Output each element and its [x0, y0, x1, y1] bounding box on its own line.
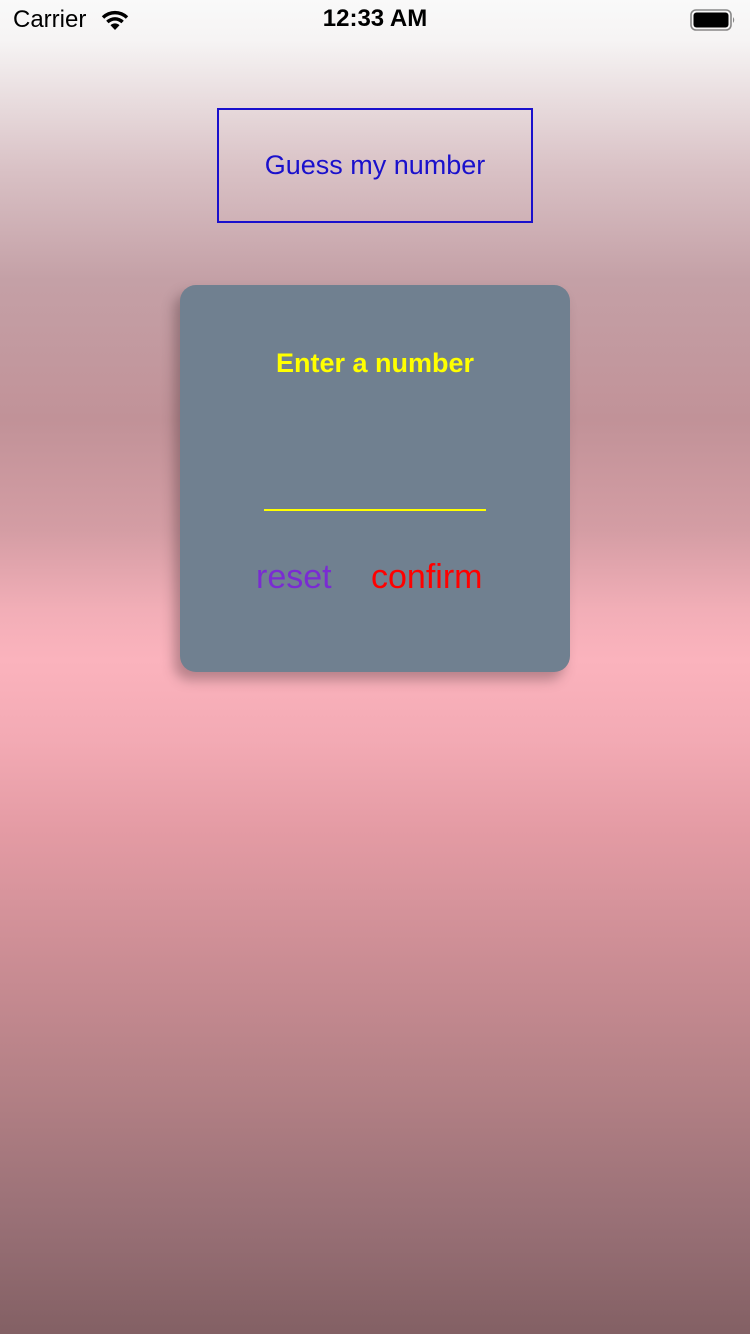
- card-heading: Enter a number: [275, 348, 475, 378]
- status-bar: Carrier 12:33 AM: [0, 0, 750, 40]
- number-entry-card: Enter a number reset confirm: [180, 285, 570, 672]
- title-box: Guess my number: [217, 108, 533, 223]
- reset-button[interactable]: reset: [256, 555, 332, 599]
- confirm-button[interactable]: confirm: [371, 555, 482, 599]
- number-input[interactable]: [264, 455, 486, 511]
- battery-icon: [690, 9, 735, 31]
- clock: 12:33 AM: [322, 5, 428, 32]
- page-title: Guess my number: [264, 150, 486, 180]
